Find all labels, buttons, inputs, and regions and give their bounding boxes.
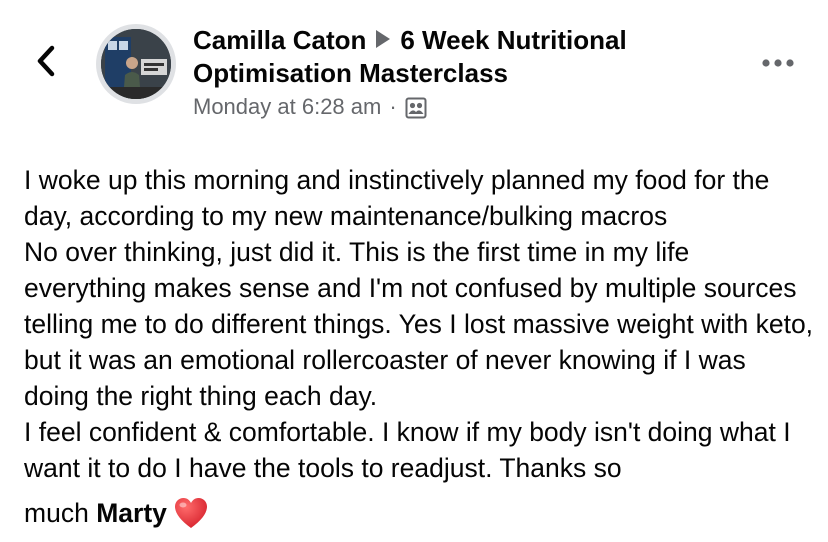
chevron-left-icon [35, 44, 57, 83]
author-name[interactable]: Camilla Caton [193, 25, 366, 55]
post-title: Camilla Caton 6 Week Nutritional Optimisa… [193, 24, 753, 90]
post-header: Camilla Caton 6 Week Nutritional Optimisa… [193, 24, 753, 122]
meta-separator: · [389, 94, 397, 119]
post-meta: Monday at 6:28 am · [193, 92, 753, 122]
post-paragraph-3: I feel confident & comfortable. I know i… [24, 417, 791, 483]
post-timestamp[interactable]: Monday at 6:28 am [193, 92, 381, 122]
post-body: I woke up this morning and instinctively… [24, 162, 814, 542]
more-options-button[interactable] [756, 48, 800, 80]
post-paragraph-4-text: much [24, 498, 89, 528]
post-paragraph-1: I woke up this morning and instinctively… [24, 165, 770, 231]
profile-photo [101, 29, 171, 99]
back-button[interactable] [26, 40, 66, 86]
mention-link[interactable]: Marty [96, 498, 167, 528]
post-paragraph-4: much Marty [24, 492, 814, 542]
group-members-icon[interactable] [405, 97, 427, 119]
post-paragraph-2: No over thinking, just did it. This is t… [24, 237, 814, 411]
play-arrow-icon [376, 30, 391, 48]
red-heart-icon [173, 496, 209, 542]
avatar[interactable] [96, 24, 176, 104]
more-horizontal-icon [761, 55, 795, 73]
